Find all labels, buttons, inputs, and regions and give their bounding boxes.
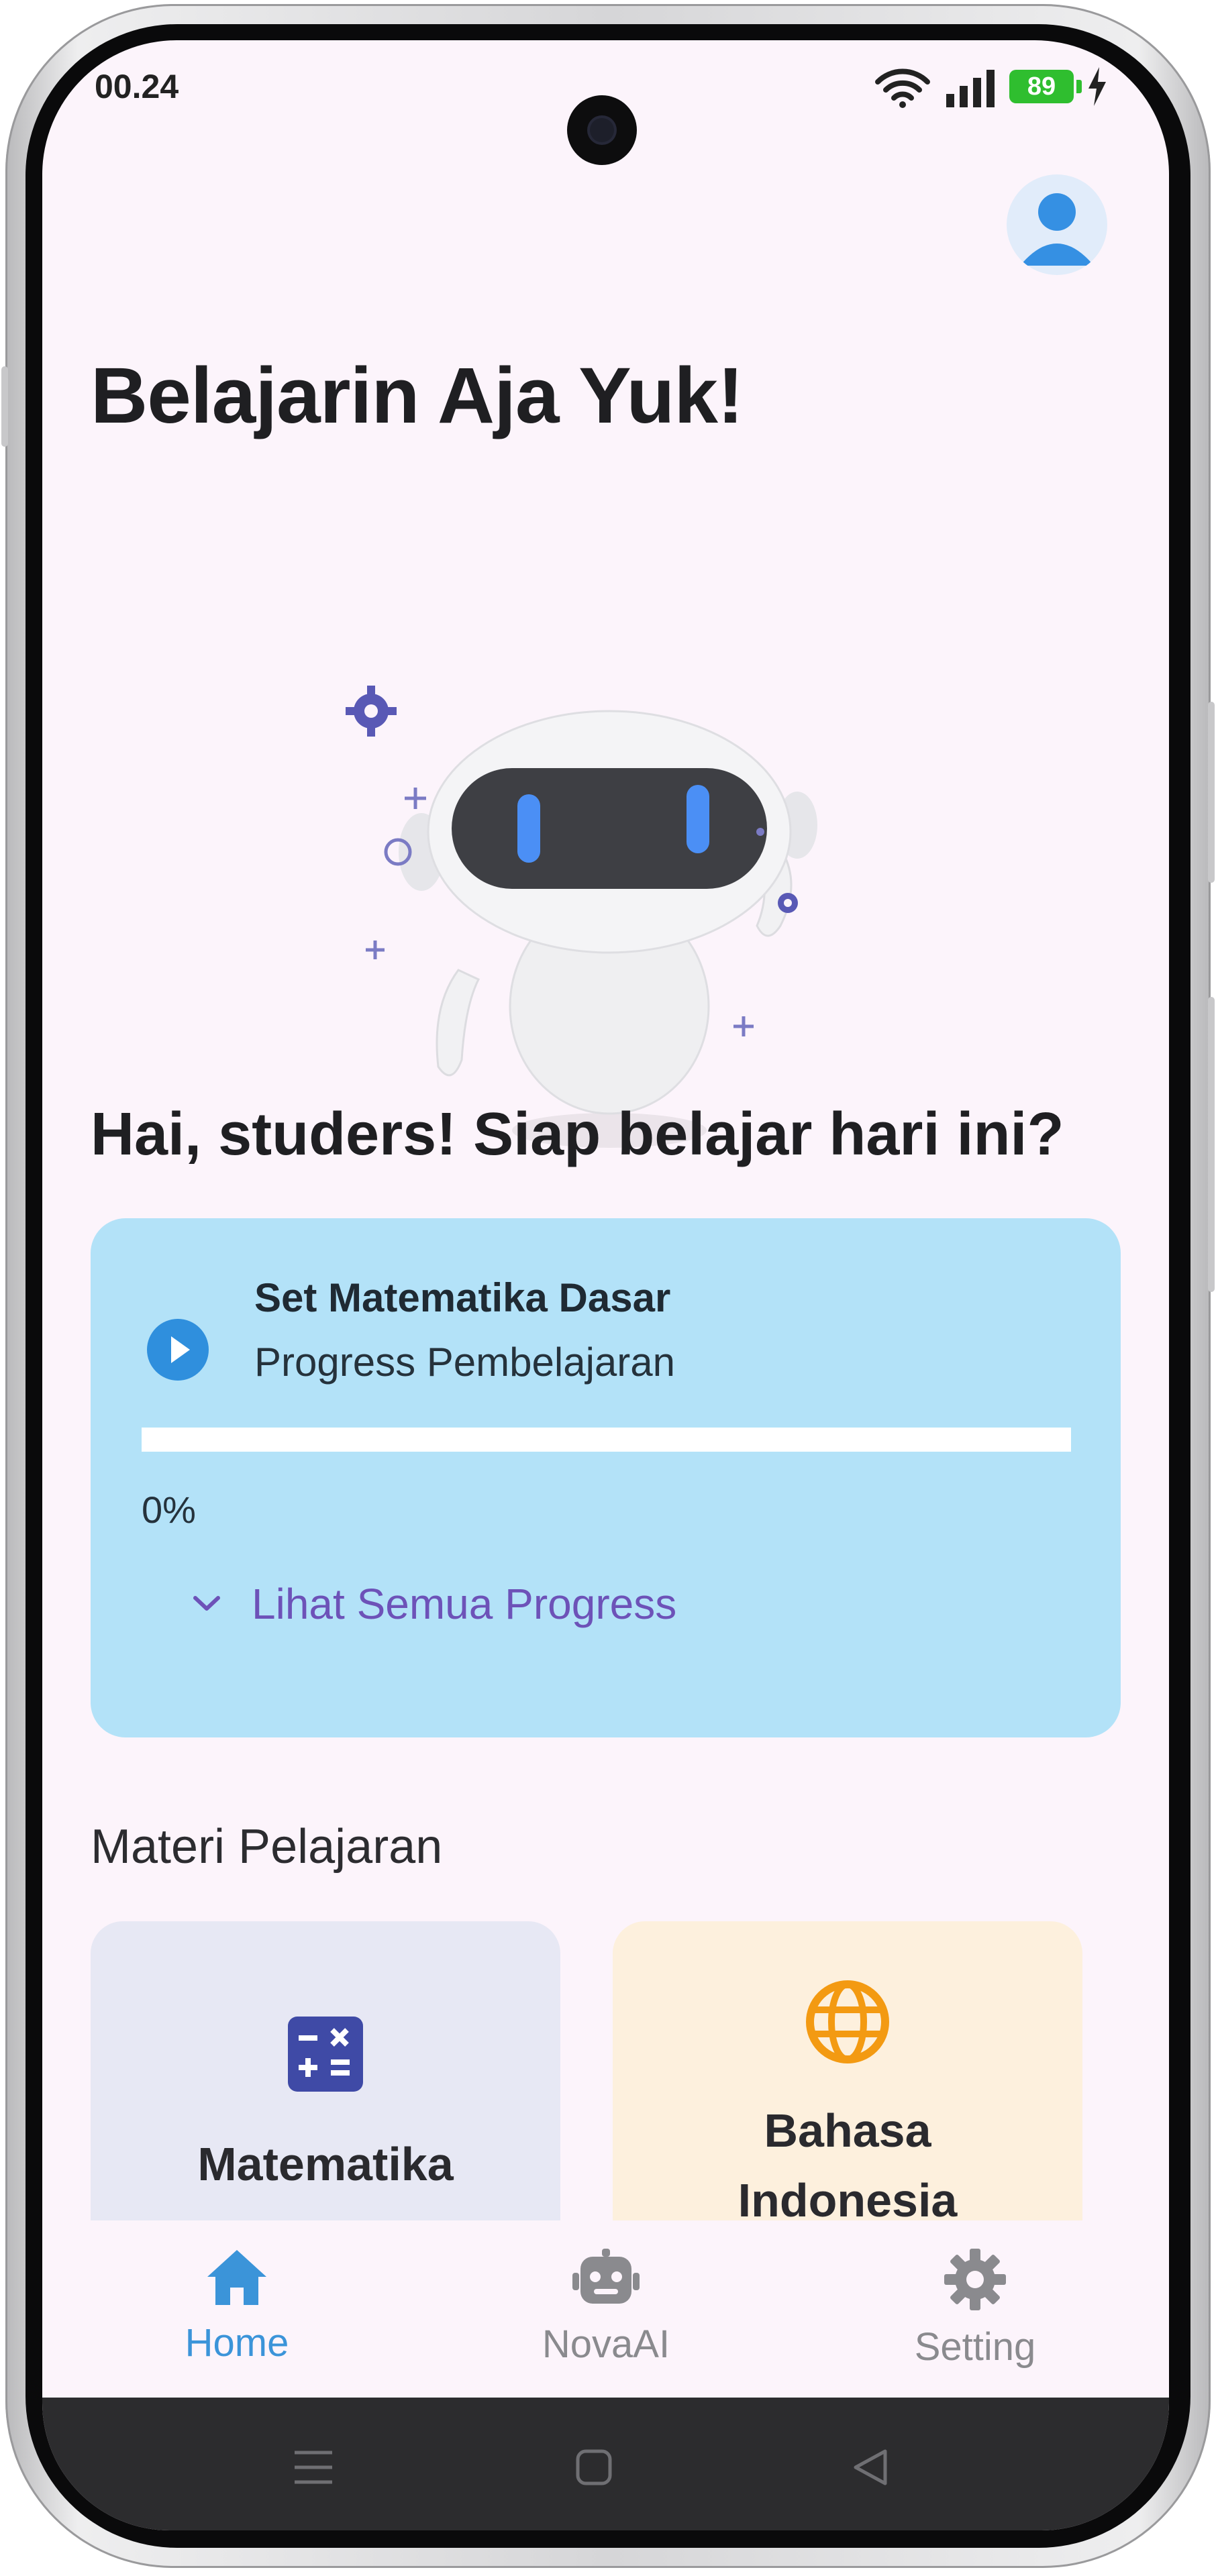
progress-percent: 0% [142, 1489, 196, 1531]
nav-label-home: Home [185, 2321, 289, 2365]
subject-label-matematika: Matematika [197, 2138, 454, 2190]
subject-label-bahasa-line1: Bahasa [764, 2104, 931, 2157]
nav-label-setting: Setting [914, 2325, 1036, 2369]
wifi-icon [875, 68, 930, 108]
nav-item-setting[interactable]: Setting [874, 2247, 1076, 2369]
home-square-icon[interactable] [574, 2447, 614, 2487]
sparkle-gear-icon [346, 686, 397, 737]
see-all-progress-button[interactable]: Lihat Semua Progress [191, 1579, 676, 1629]
chevron-down-icon [193, 1596, 220, 1611]
person-icon [1020, 193, 1094, 266]
battery-indicator: 89 [1009, 70, 1082, 103]
power-button [1208, 702, 1215, 883]
side-button [1, 366, 8, 447]
gear-icon [944, 2249, 1006, 2310]
status-time: 00.24 [95, 68, 179, 105]
bottom-navigation: Home NovaAI Setting [42, 2220, 1169, 2398]
progress-card-title: Set Matematika Dasar [254, 1275, 671, 1320]
nav-item-home[interactable]: Home [136, 2247, 338, 2365]
greeting-text: Hai, studers! Siap belajar hari ini? [91, 1101, 1064, 1168]
system-navigation-bar [42, 2398, 1169, 2530]
home-icon [207, 2250, 266, 2305]
see-all-progress-label: Lihat Semua Progress [252, 1580, 677, 1628]
back-icon[interactable] [850, 2447, 891, 2487]
subject-card-bahasa-indonesia[interactable]: Bahasa Indonesia [613, 1921, 1082, 2257]
profile-avatar[interactable] [1007, 174, 1107, 275]
robot-icon [572, 2249, 640, 2304]
calculator-icon [288, 2017, 363, 2092]
subject-card-matematika[interactable]: Matematika [91, 1921, 560, 2257]
app-screen: 00.24 89 Belajarin Aja Yuk! Hai, studers… [42, 40, 1169, 2530]
progress-card[interactable]: Set Matematika Dasar Progress Pembelajar… [91, 1218, 1121, 1737]
progress-bar [142, 1428, 1071, 1452]
status-icons: 89 [875, 64, 1106, 111]
charging-icon [1088, 67, 1106, 106]
globe-icon [806, 1980, 889, 2063]
app-title: Belajarin Aja Yuk! [91, 352, 744, 440]
robot-mascot-illustration [346, 686, 817, 1148]
play-icon[interactable] [146, 1318, 210, 1382]
volume-button [1208, 997, 1215, 1292]
nav-item-novaai[interactable]: NovaAI [505, 2247, 707, 2367]
signal-icon [946, 70, 995, 107]
section-title-materials: Materi Pelajaran [91, 1820, 443, 1874]
menu-icon[interactable] [292, 2447, 335, 2487]
progress-card-subtitle: Progress Pembelajaran [254, 1340, 675, 1385]
nav-label-novaai: NovaAI [542, 2322, 670, 2366]
front-camera [567, 95, 637, 165]
